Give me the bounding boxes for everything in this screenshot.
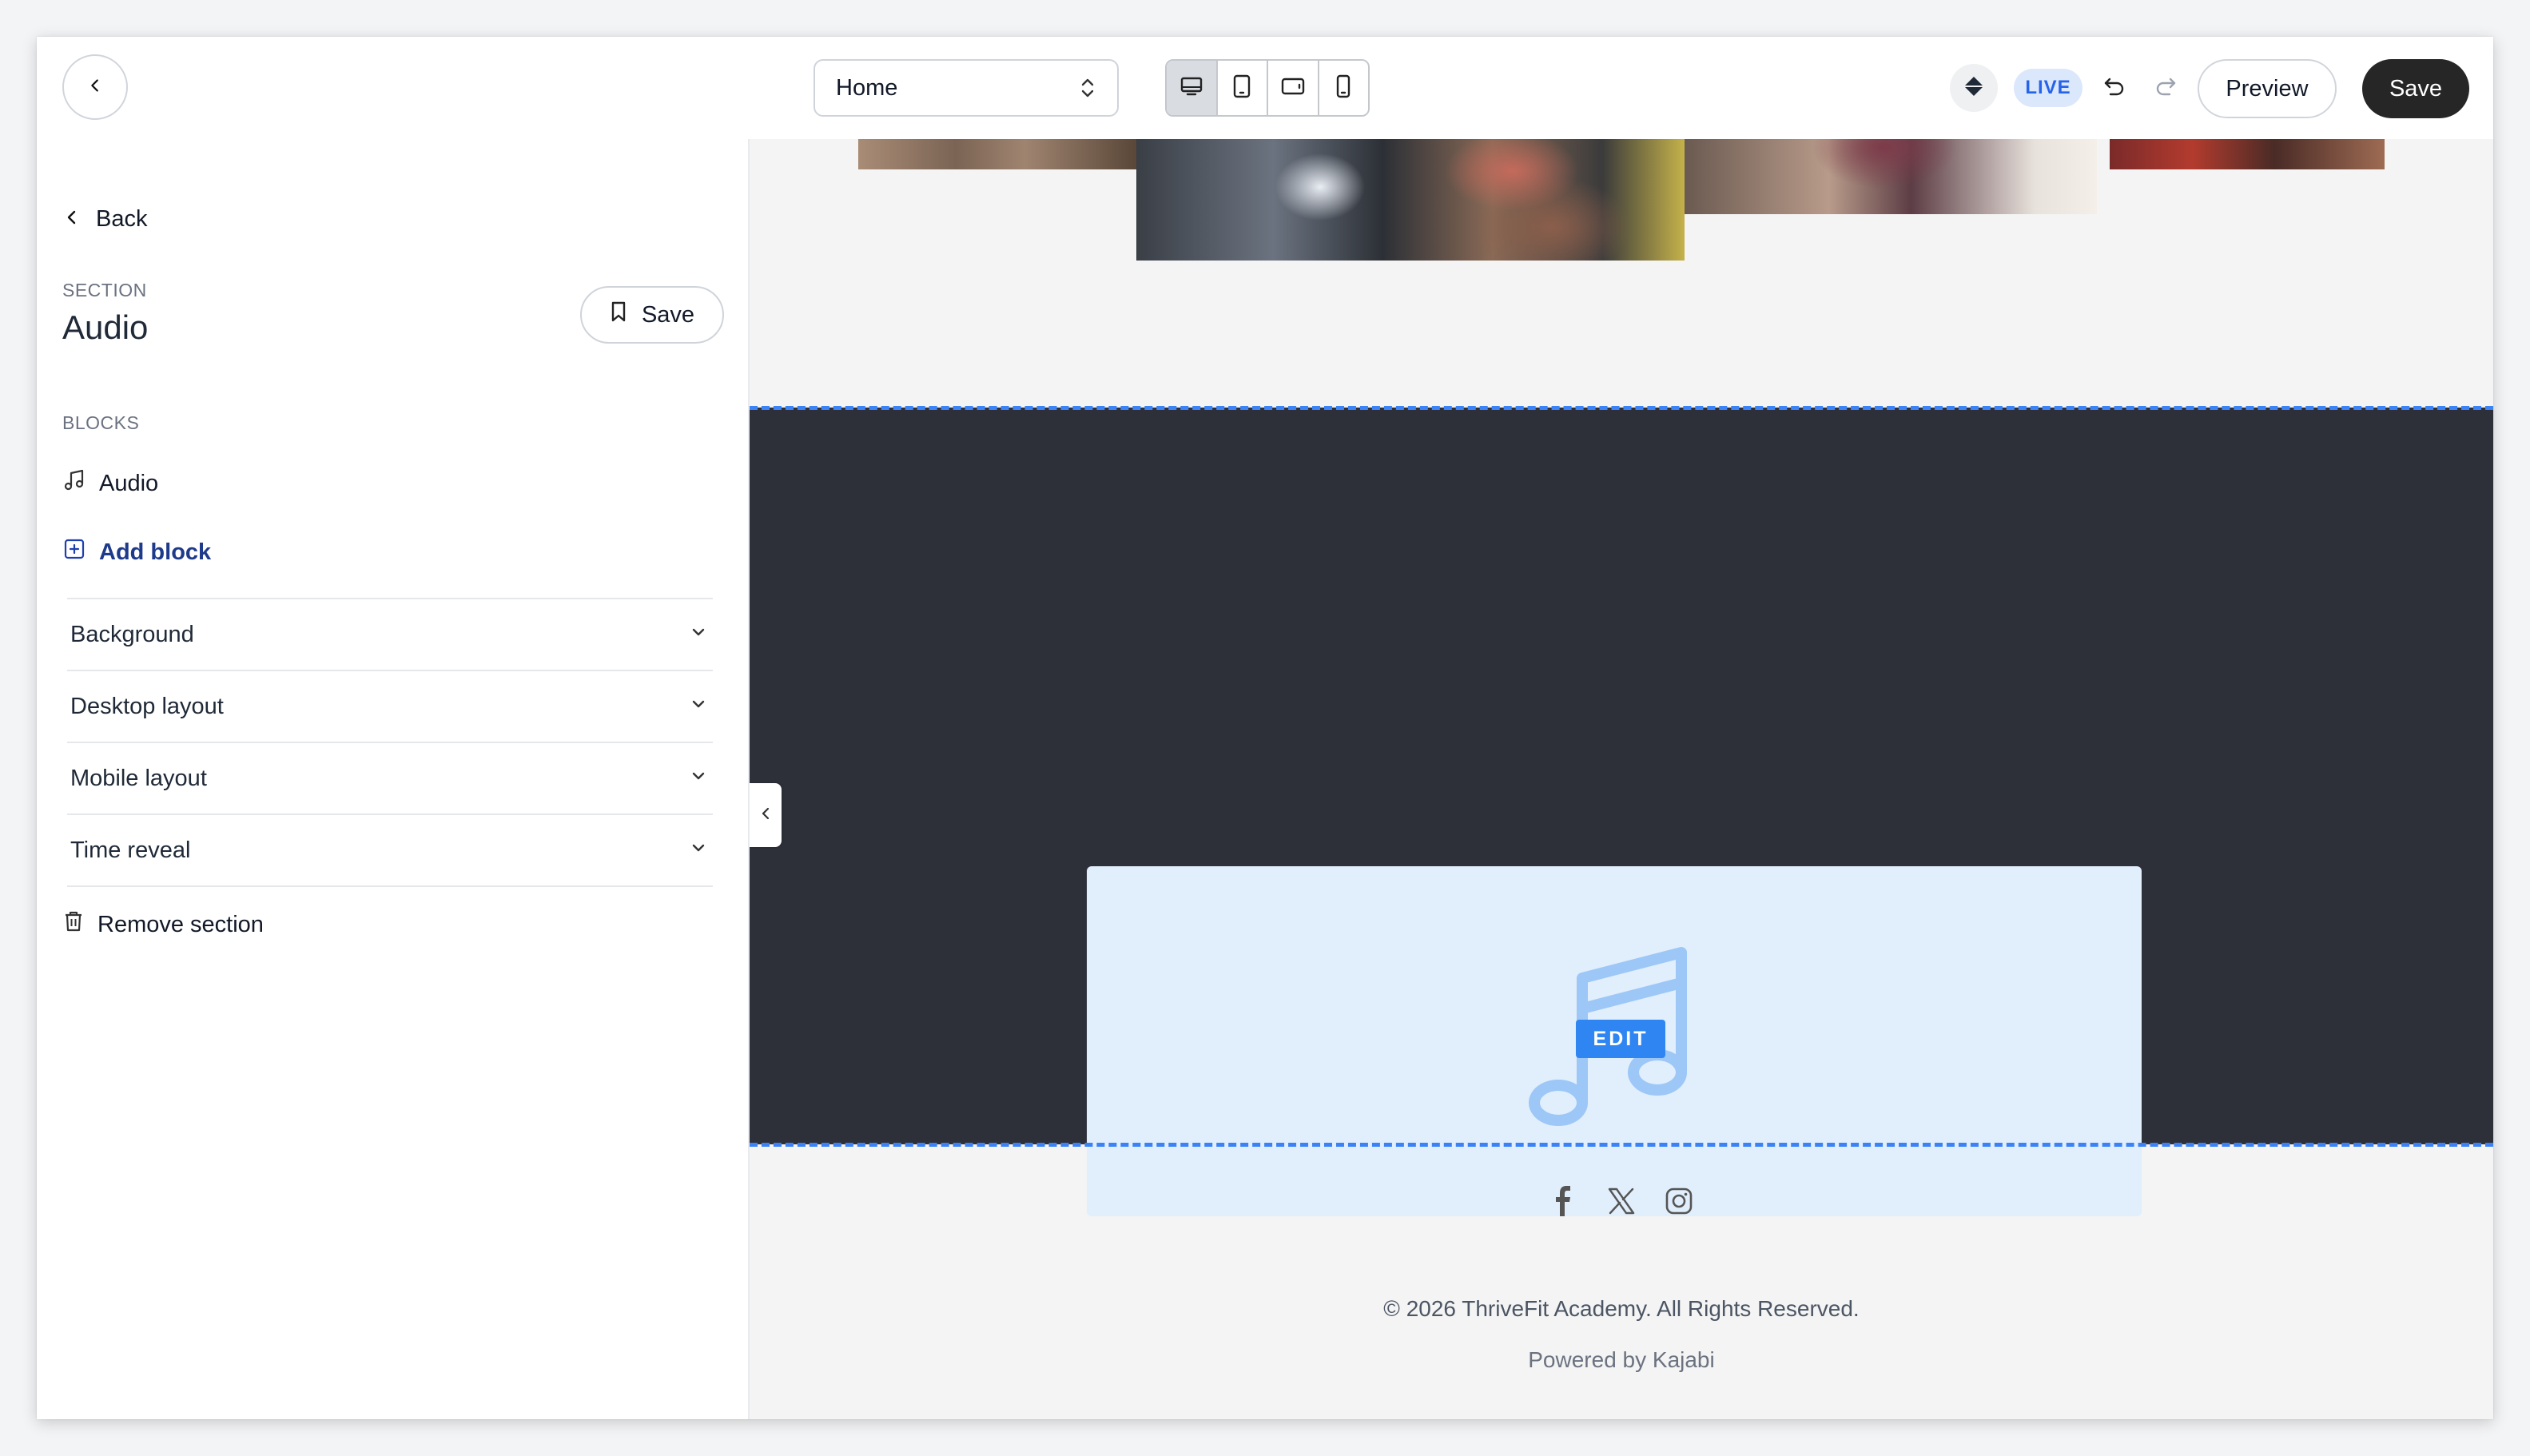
plus-square-icon <box>62 537 86 567</box>
section-selection-outline-bottom <box>750 1143 2493 1147</box>
device-mobile-button[interactable] <box>1319 61 1368 115</box>
accordion-time-reveal[interactable]: Time reveal <box>67 814 713 887</box>
block-item-audio[interactable]: Audio <box>62 468 158 499</box>
add-block-button[interactable]: Add block <box>62 537 211 567</box>
accordion-mobile-layout[interactable]: Mobile layout <box>67 742 713 814</box>
chevron-up-down-icon <box>1079 76 1096 100</box>
section-settings-sidebar: Back SECTION Audio Save BLOCKS Audio Add… <box>37 139 750 1419</box>
section-title: Audio <box>62 308 149 346</box>
section-kicker: SECTION <box>62 280 147 300</box>
preview-button[interactable]: Preview <box>2198 59 2337 118</box>
exit-editor-button[interactable] <box>62 54 128 120</box>
section-selection-outline-top <box>750 406 2493 410</box>
chevron-down-icon <box>689 766 708 792</box>
block-label: Audio <box>99 470 159 496</box>
chevron-down-icon <box>689 622 708 648</box>
device-desktop-button[interactable] <box>1167 61 1218 115</box>
mobile-icon <box>1335 74 1352 103</box>
trash-icon <box>62 909 85 940</box>
gallery-image <box>1136 139 1685 261</box>
gallery-image <box>858 139 1136 169</box>
remove-section-button[interactable]: Remove section <box>62 909 264 940</box>
tablet-landscape-icon <box>1280 76 1306 101</box>
accordion-label: Mobile layout <box>70 765 207 791</box>
save-section-label: Save <box>641 301 695 328</box>
back-link[interactable]: Back <box>64 206 147 233</box>
redo-button[interactable] <box>2148 70 2183 105</box>
editor-window: Home LIVE Preview Save Back SECTION Audi… <box>37 37 2493 1419</box>
chevron-down-icon <box>689 694 708 720</box>
desktop-icon <box>1179 75 1203 101</box>
redo-icon <box>2154 74 2178 102</box>
gallery-image <box>1685 139 2097 214</box>
save-button[interactable]: Save <box>2362 59 2469 118</box>
x-icon[interactable] <box>1605 1184 1638 1218</box>
device-toggle <box>1165 59 1370 117</box>
diamond-icon <box>1962 74 1986 102</box>
gallery-image <box>2110 139 2385 169</box>
undo-icon <box>2102 74 2126 102</box>
accordion-background[interactable]: Background <box>67 598 713 670</box>
page-select[interactable]: Home <box>813 59 1119 117</box>
back-label: Back <box>96 206 148 232</box>
bookmark-icon <box>610 300 627 329</box>
live-status-badge: LIVE <box>2014 69 2082 107</box>
device-tablet-landscape-button[interactable] <box>1268 61 1319 115</box>
chevron-left-icon <box>64 206 80 233</box>
blocks-kicker: BLOCKS <box>62 412 140 433</box>
accordion-desktop-layout[interactable]: Desktop layout <box>67 670 713 742</box>
theme-settings-button[interactable] <box>1950 64 1998 112</box>
page-preview-canvas: EDIT © 2026 ThriveFit Academy. All Right… <box>750 139 2493 1419</box>
chevron-left-icon <box>759 805 772 826</box>
chevron-down-icon <box>689 837 708 864</box>
footer-copyright: © 2026 ThriveFit Academy. All Rights Res… <box>1383 1296 1860 1321</box>
footer-powered-by[interactable]: Powered by Kajabi <box>750 1347 2493 1373</box>
add-block-label: Add block <box>99 539 212 565</box>
collapse-sidebar-button[interactable] <box>750 783 782 847</box>
accordion-label: Background <box>70 621 194 647</box>
page-select-value: Home <box>836 74 898 101</box>
tablet-portrait-icon <box>1231 74 1252 103</box>
remove-section-label: Remove section <box>97 911 264 937</box>
accordion-label: Desktop layout <box>70 693 224 719</box>
settings-accordion: Background Desktop layout Mobile layout … <box>67 598 713 887</box>
chevron-left-icon <box>86 77 104 98</box>
edit-badge[interactable]: EDIT <box>1576 1020 1665 1058</box>
audio-block-placeholder[interactable]: EDIT <box>1087 866 2142 1216</box>
accordion-label: Time reveal <box>70 837 191 863</box>
top-bar: Home LIVE Preview Save <box>37 37 2493 141</box>
audio-section[interactable]: EDIT <box>750 408 2493 1216</box>
undo-button[interactable] <box>2097 70 2132 105</box>
device-tablet-portrait-button[interactable] <box>1217 61 1268 115</box>
facebook-icon[interactable] <box>1547 1184 1581 1218</box>
save-section-button[interactable]: Save <box>580 286 724 344</box>
instagram-icon[interactable] <box>1662 1184 1696 1218</box>
music-note-icon <box>62 468 86 499</box>
social-links <box>750 1184 2493 1218</box>
